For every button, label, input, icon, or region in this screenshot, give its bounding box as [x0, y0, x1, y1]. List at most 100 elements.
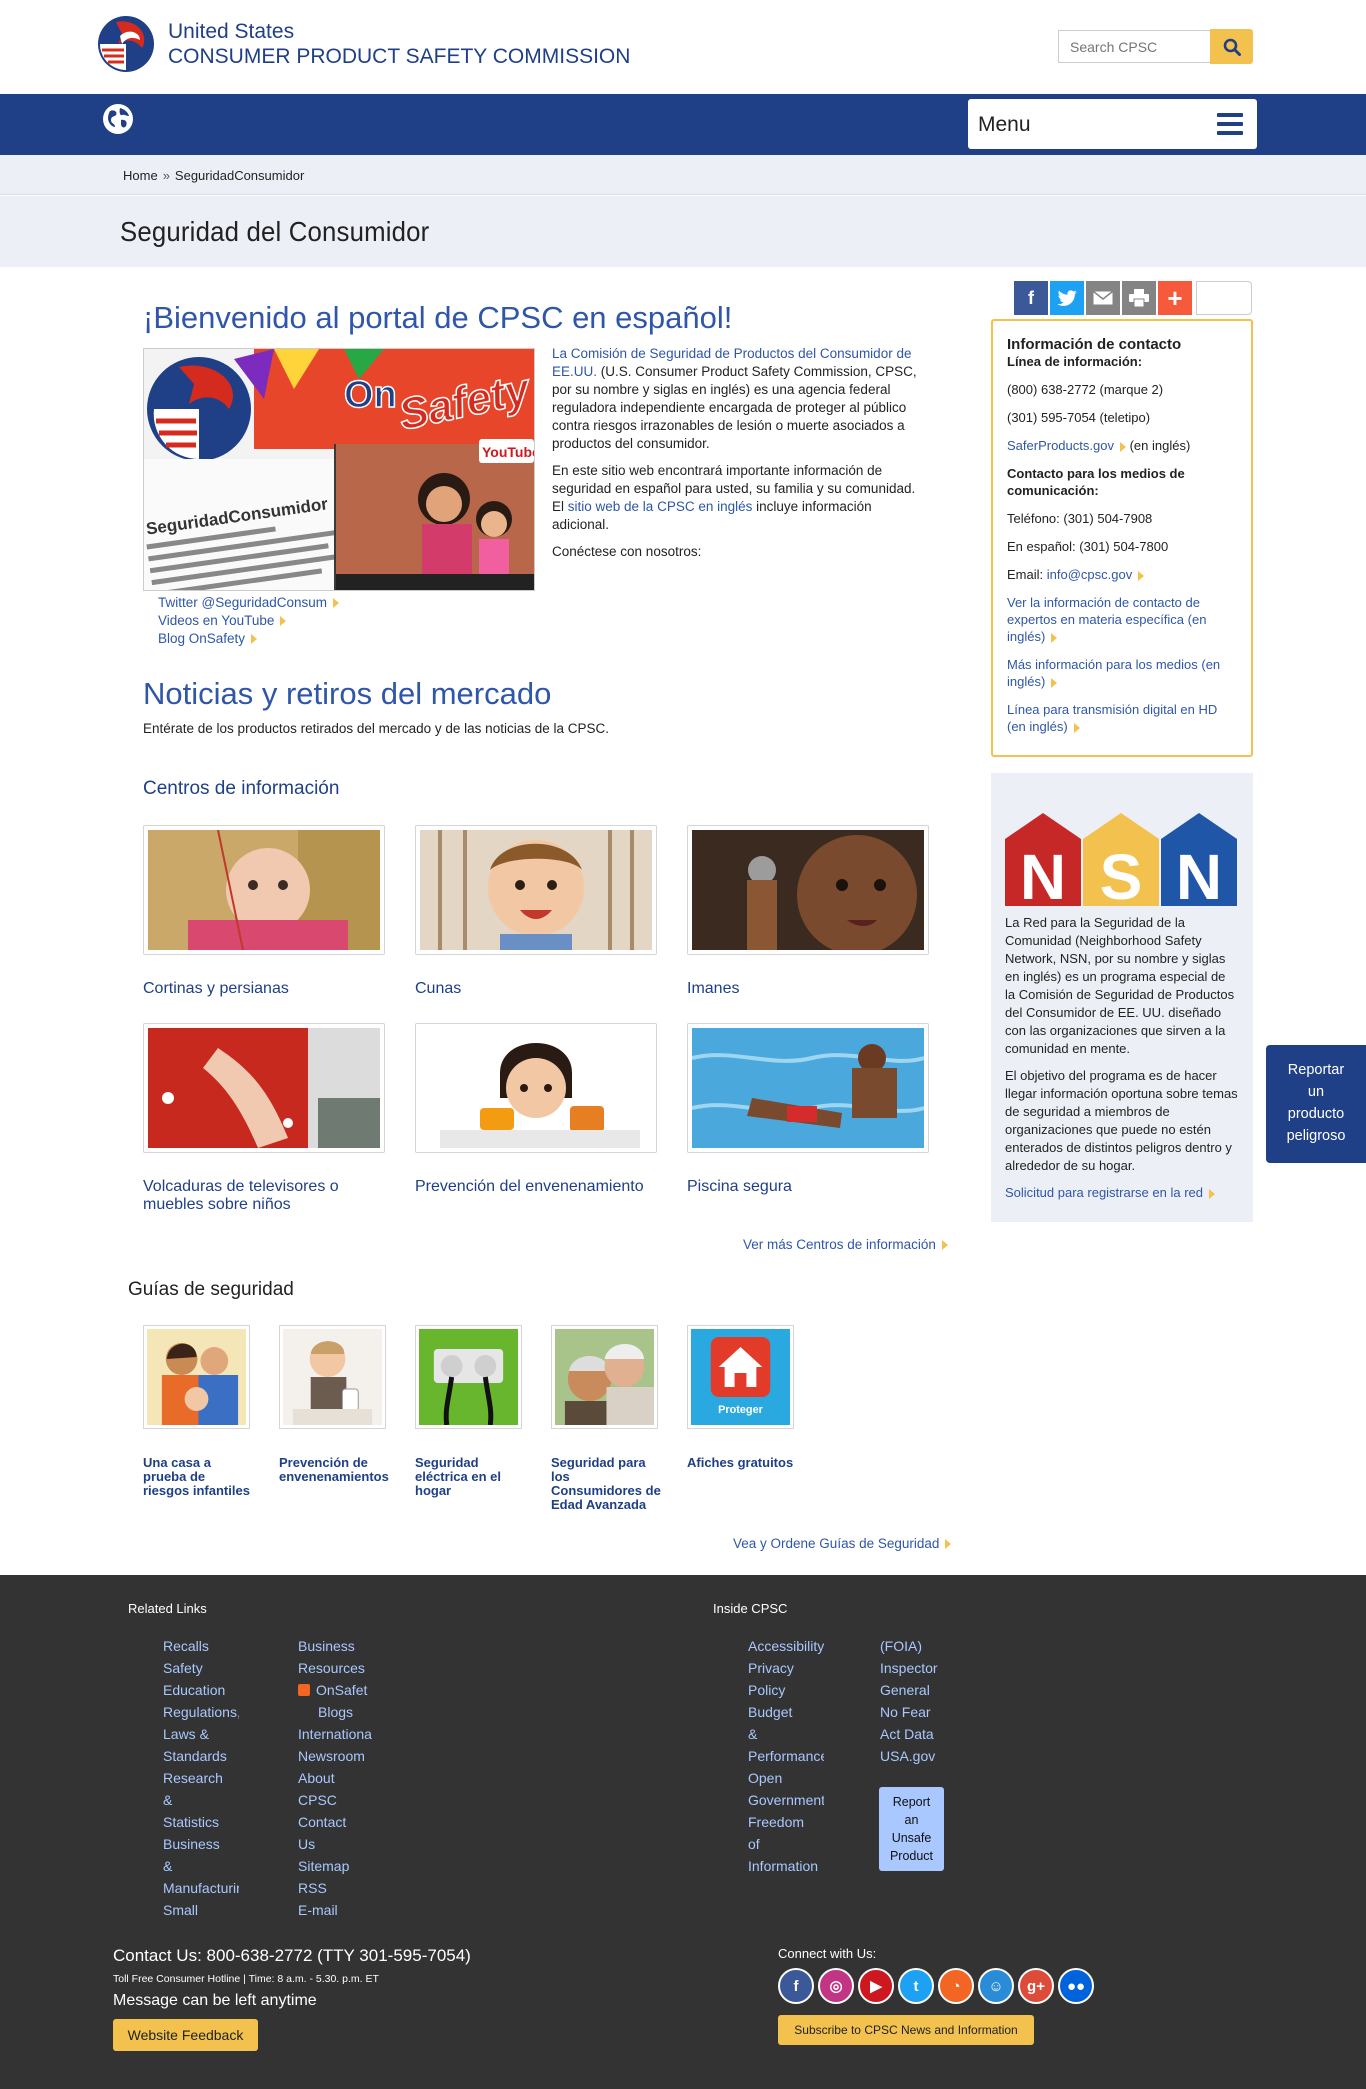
- footer-link[interactable]: Business: [298, 1635, 374, 1657]
- facebook-icon[interactable]: f: [778, 1968, 814, 2004]
- footer-link[interactable]: Safety: [163, 1657, 239, 1679]
- info-center-label-cribs[interactable]: Cunas: [415, 980, 657, 998]
- subscribe-button[interactable]: Subscribe to CPSC News and Information: [778, 2015, 1034, 2045]
- search-button[interactable]: [1210, 29, 1253, 64]
- info-center-label-magnets[interactable]: Imanes: [687, 980, 929, 998]
- flickr-icon[interactable]: ●●: [1058, 1968, 1094, 2004]
- footer-link[interactable]: Resources: [298, 1657, 374, 1679]
- footer-link[interactable]: (FOIA): [880, 1635, 956, 1657]
- rss-icon[interactable]: ◔: [938, 1968, 974, 2004]
- footer-link[interactable]: Inspector: [880, 1657, 956, 1679]
- report-dangerous-product-tab[interactable]: Reportar un producto peligroso: [1266, 1045, 1366, 1163]
- guide-card-poison-prevention[interactable]: [279, 1325, 386, 1429]
- footer-link[interactable]: Accessibility: [748, 1635, 824, 1657]
- footer-link[interactable]: About: [298, 1767, 374, 1789]
- footer-link[interactable]: Business: [163, 1833, 239, 1855]
- search-input[interactable]: [1058, 30, 1210, 63]
- footer-link[interactable]: USA.gov: [880, 1745, 956, 1767]
- info-center-card-pool[interactable]: [687, 1023, 929, 1153]
- footer-link[interactable]: Privacy: [748, 1657, 824, 1679]
- english-site-link[interactable]: sitio web de la CPSC en inglés: [568, 499, 753, 514]
- org-name[interactable]: United States CONSUMER PRODUCT SAFETY CO…: [168, 20, 630, 70]
- info-center-card-magnets[interactable]: [687, 825, 929, 955]
- onsafety-promo-image[interactable]: On Safety SeguridadConsumidor YouTube: [143, 348, 535, 591]
- footer-link[interactable]: Freedom: [748, 1811, 824, 1833]
- instagram-icon[interactable]: ◎: [818, 1968, 854, 2004]
- guide-label-free-posters[interactable]: Afiches gratuitos: [687, 1456, 797, 1470]
- globe-icon[interactable]: [102, 103, 134, 135]
- footer-link[interactable]: Sitemap: [298, 1855, 374, 1877]
- footer-link[interactable]: Recalls: [163, 1635, 239, 1657]
- footer-link[interactable]: Newsroom: [298, 1745, 374, 1767]
- footer-link[interactable]: Budget: [748, 1701, 824, 1723]
- order-guides-link[interactable]: Vea y Ordene Guías de Seguridad: [733, 1536, 952, 1551]
- footer-link[interactable]: Manufacturir: [163, 1877, 239, 1899]
- footer-link[interactable]: &: [748, 1723, 824, 1745]
- footer-link[interactable]: General: [880, 1679, 956, 1701]
- info-center-card-blinds[interactable]: [143, 825, 385, 955]
- footer-link[interactable]: Education: [163, 1679, 239, 1701]
- email-link[interactable]: info@cpsc.gov: [1047, 567, 1132, 582]
- footer-link[interactable]: Contact: [298, 1811, 374, 1833]
- share-email-button[interactable]: [1086, 281, 1120, 315]
- saferproducts-link[interactable]: SaferProducts.gov: [1007, 438, 1114, 453]
- guide-card-childproof-home[interactable]: [143, 1325, 250, 1429]
- footer-link[interactable]: Blogs: [298, 1701, 374, 1723]
- news-heading[interactable]: Noticias y retiros del mercado: [143, 676, 551, 712]
- twitter-link[interactable]: Twitter @SeguridadConsum: [158, 594, 340, 612]
- more-info-centers-link[interactable]: Ver más Centros de información: [743, 1237, 948, 1252]
- footer-link[interactable]: Performance: [748, 1745, 824, 1767]
- guide-card-free-posters[interactable]: Proteger: [687, 1325, 794, 1429]
- footer-link[interactable]: Laws &: [163, 1723, 239, 1745]
- cpsc-logo[interactable]: [96, 14, 156, 74]
- footer-link[interactable]: Act Data: [880, 1723, 956, 1745]
- footer-link[interactable]: CPSC: [298, 1789, 374, 1811]
- hd-broadcast-row[interactable]: Línea para transmisión digital en HD (en…: [1007, 701, 1237, 735]
- footer-link[interactable]: &: [163, 1789, 239, 1811]
- footer-link[interactable]: Open: [748, 1767, 824, 1789]
- guide-card-older-consumers[interactable]: [551, 1325, 658, 1429]
- footer-link[interactable]: No Fear: [880, 1701, 956, 1723]
- experts-contact-row[interactable]: Ver la información de contacto de expert…: [1007, 594, 1237, 645]
- footer-link[interactable]: Small: [163, 1899, 239, 1921]
- info-center-label-pool[interactable]: Piscina segura: [687, 1178, 929, 1196]
- guide-label-poison-prevention[interactable]: Prevención de envenenamientos: [279, 1456, 389, 1484]
- nsn-register-row[interactable]: Solicitud para registrarse en la red: [1005, 1184, 1239, 1202]
- guide-card-electrical[interactable]: [415, 1325, 522, 1429]
- breadcrumb-home[interactable]: Home: [123, 168, 158, 183]
- footer-link[interactable]: Standards: [163, 1745, 239, 1767]
- guide-label-older-consumers[interactable]: Seguridad para los Consumidores de Edad …: [551, 1456, 661, 1512]
- share-facebook-button[interactable]: f: [1014, 281, 1048, 315]
- website-feedback-button[interactable]: Website Feedback: [113, 2019, 258, 2051]
- blog-link[interactable]: Blog OnSafety: [158, 630, 339, 648]
- share-twitter-button[interactable]: [1050, 281, 1084, 315]
- info-center-label-tipover[interactable]: Volcaduras de televisores o muebles sobr…: [143, 1178, 385, 1214]
- footer-link[interactable]: E-mail: [298, 1899, 374, 1921]
- footer-link-onsafety[interactable]: OnSafet: [298, 1679, 374, 1701]
- footer-link[interactable]: Research: [163, 1767, 239, 1789]
- footer-link[interactable]: &: [163, 1855, 239, 1877]
- guide-label-electrical[interactable]: Seguridad eléctrica en el hogar: [415, 1456, 525, 1498]
- share-print-button[interactable]: [1122, 281, 1156, 315]
- footer-link[interactable]: of: [748, 1833, 824, 1855]
- youtube-link[interactable]: Videos en YouTube: [158, 612, 339, 630]
- share-more-button[interactable]: +: [1158, 281, 1192, 315]
- info-center-card-poison[interactable]: [415, 1023, 657, 1153]
- info-center-label-poison[interactable]: Prevención del envenenamiento: [415, 1178, 657, 1196]
- footer-link[interactable]: Government: [748, 1789, 824, 1811]
- info-center-label-blinds[interactable]: Cortinas y persianas: [143, 980, 385, 998]
- flickr-podcast-icon[interactable]: ☺: [978, 1968, 1014, 2004]
- twitter-icon[interactable]: t: [898, 1968, 934, 2004]
- footer-link[interactable]: Information: [748, 1855, 824, 1877]
- google-plus-icon[interactable]: g+: [1018, 1968, 1054, 2004]
- footer-link[interactable]: RSS: [298, 1877, 374, 1899]
- footer-link[interactable]: Us: [298, 1833, 374, 1855]
- report-unsafe-product-button[interactable]: Report an Unsafe Product: [879, 1787, 944, 1871]
- footer-link[interactable]: Statistics: [163, 1811, 239, 1833]
- footer-link[interactable]: Policy: [748, 1679, 824, 1701]
- youtube-icon[interactable]: ▶: [858, 1968, 894, 2004]
- footer-link[interactable]: Internationa: [298, 1723, 374, 1745]
- info-center-card-cribs[interactable]: [415, 825, 657, 955]
- media-info-row[interactable]: Más información para los medios (en ingl…: [1007, 656, 1237, 690]
- menu-button[interactable]: Menu: [968, 99, 1257, 149]
